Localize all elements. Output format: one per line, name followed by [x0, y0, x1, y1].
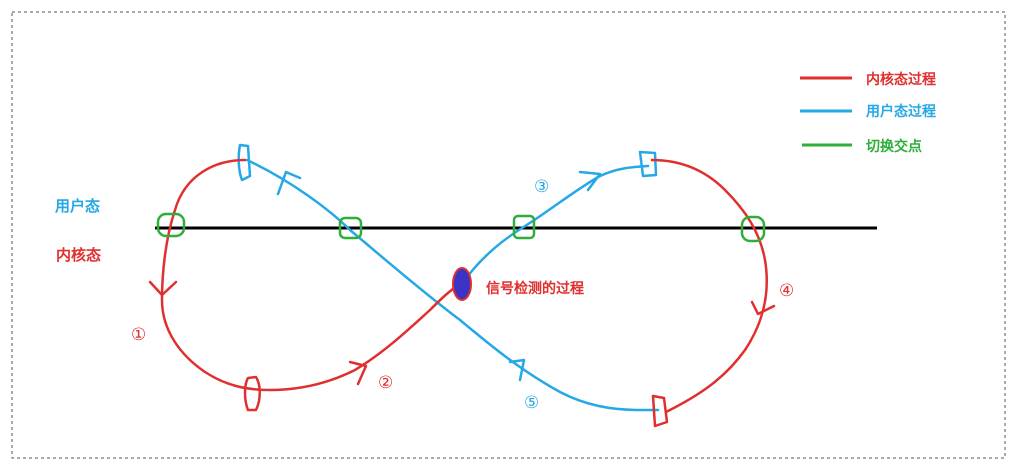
step-1-label: ① — [131, 325, 146, 345]
user-path-start-marker — [237, 143, 252, 182]
legend-user-label: 用户态过程 — [866, 103, 936, 120]
step-4-label: ④ — [779, 281, 794, 301]
user-path-end-marker — [638, 150, 658, 178]
legend-kernel-label: 内核态过程 — [866, 71, 936, 88]
legend-switch-label: 切换交点 — [866, 138, 922, 155]
kernel-path-right-loop — [650, 158, 769, 414]
step-3-label: ③ — [534, 177, 549, 197]
signal-flow-diagram: 内核态过程 用户态过程 切换交点 用户态 内核态 信号检测的过程 ① ② ③ ④… — [11, 11, 1006, 459]
kernel-mode-label: 内核态 — [56, 246, 101, 264]
kernel-path-marker-bottom-left — [243, 375, 261, 412]
user-path-return-to-user — [460, 164, 650, 286]
signal-detection-point — [452, 267, 472, 301]
signal-detection-label: 信号检测的过程 — [486, 280, 584, 297]
kernel-path-left-loop — [160, 158, 464, 392]
user-mode-label: 用户态 — [55, 197, 100, 215]
kernel-arrow-middle — [348, 360, 368, 386]
step-5-label: ⑤ — [524, 393, 539, 413]
kernel-path-marker-bottom-right — [651, 394, 669, 428]
user-arrow-lower — [508, 358, 526, 382]
legend: 内核态过程 用户态过程 切换交点 — [800, 71, 936, 155]
step-2-label: ② — [378, 373, 393, 393]
diagram-canvas: 内核态过程 用户态过程 切换交点 用户态 内核态 信号检测的过程 ① ② ③ ④… — [0, 0, 1025, 471]
